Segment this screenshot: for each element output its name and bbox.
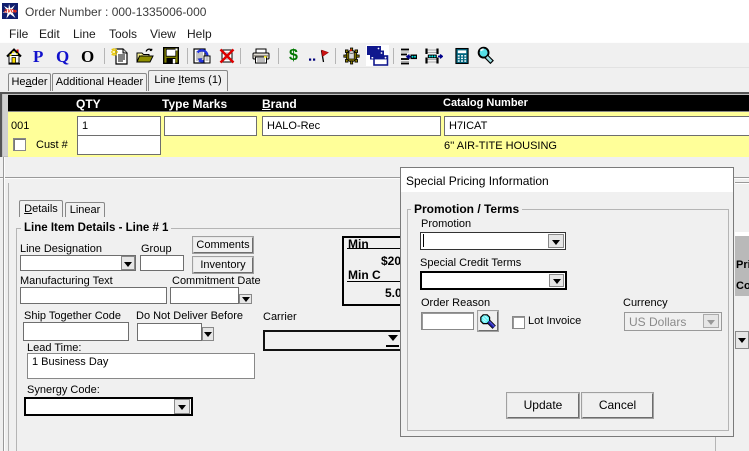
svg-text:avo: avo: [4, 9, 15, 15]
